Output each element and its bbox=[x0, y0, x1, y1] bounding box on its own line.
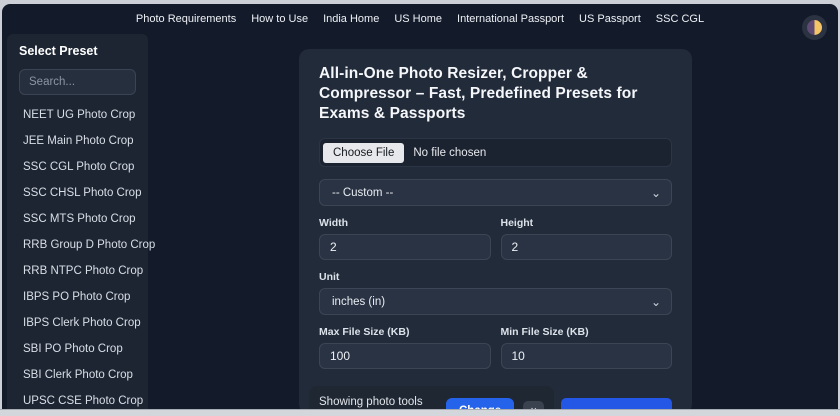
browser-bottom-edge bbox=[0, 409, 840, 416]
app-page: Photo Requirements How to Use India Home… bbox=[2, 4, 838, 409]
preset-item-sbi-clerk[interactable]: SBI Clerk Photo Crop bbox=[19, 362, 136, 388]
width-label: Width bbox=[319, 217, 349, 230]
change-region-button[interactable]: Change bbox=[446, 398, 515, 409]
max-file-size-label: Max File Size (KB) bbox=[319, 326, 410, 339]
resizer-tool-card: All-in-One Photo Resizer, Cropper & Comp… bbox=[299, 49, 692, 409]
nav-link-international-passport[interactable]: International Passport bbox=[457, 13, 564, 25]
sidebar-title: Select Preset bbox=[19, 44, 98, 58]
preset-sidebar: Select Preset NEET UG Photo Crop JEE Mai… bbox=[7, 34, 155, 409]
region-notice-toast: Showing photo tools for India. Change × bbox=[309, 386, 555, 409]
top-navigation: Photo Requirements How to Use India Home… bbox=[2, 4, 838, 34]
primary-action-button[interactable] bbox=[561, 398, 672, 409]
bottom-action-row: Showing photo tools for India. Change × bbox=[309, 386, 672, 409]
height-input[interactable] bbox=[500, 234, 672, 261]
preset-item-ssc-mts[interactable]: SSC MTS Photo Crop bbox=[19, 206, 136, 232]
preset-item-rrb-ntpc[interactable]: RRB NTPC Photo Crop bbox=[19, 258, 143, 284]
choose-file-button[interactable]: Choose File bbox=[323, 142, 405, 163]
nav-link-us-home[interactable]: US Home bbox=[394, 13, 442, 25]
unit-label: Unit bbox=[319, 271, 340, 284]
close-icon[interactable]: × bbox=[523, 400, 545, 409]
min-file-size-label: Min File Size (KB) bbox=[500, 326, 589, 339]
file-upload-input[interactable]: Choose File No file chosen bbox=[319, 138, 672, 168]
height-label: Height bbox=[500, 217, 534, 230]
file-chosen-status: No file chosen bbox=[413, 146, 487, 159]
preset-item-rrb-group-d[interactable]: RRB Group D Photo Crop bbox=[19, 232, 155, 258]
preset-item-ssc-cgl[interactable]: SSC CGL Photo Crop bbox=[19, 154, 136, 180]
preset-list: NEET UG Photo Crop JEE Main Photo Crop S… bbox=[19, 102, 155, 409]
nav-link-photo-requirements[interactable]: Photo Requirements bbox=[136, 13, 236, 25]
region-notice-message: Showing photo tools for India. bbox=[319, 396, 423, 409]
unit-select-dropdown[interactable]: inches (in) ⌄ bbox=[319, 288, 672, 316]
preset-item-ibps-clerk[interactable]: IBPS Clerk Photo Crop bbox=[19, 310, 141, 336]
min-file-size-input[interactable] bbox=[500, 343, 672, 370]
preset-select-dropdown[interactable]: -- Custom -- ⌄ bbox=[319, 179, 672, 207]
preset-item-neet-ug[interactable]: NEET UG Photo Crop bbox=[19, 102, 136, 128]
preset-item-ibps-po[interactable]: IBPS PO Photo Crop bbox=[19, 284, 136, 310]
max-file-size-input[interactable] bbox=[319, 343, 491, 370]
nav-link-ssc-cgl[interactable]: SSC CGL bbox=[656, 13, 704, 25]
preset-select-value: -- Custom -- bbox=[332, 186, 394, 199]
preset-item-upsc-cse[interactable]: UPSC CSE Photo Crop bbox=[19, 388, 143, 409]
preset-item-sbi-po[interactable]: SBI PO Photo Crop bbox=[19, 336, 136, 362]
theme-toggle-button[interactable] bbox=[802, 15, 827, 40]
width-input[interactable] bbox=[319, 234, 491, 261]
preset-search-input[interactable] bbox=[19, 69, 136, 95]
nav-link-india-home[interactable]: India Home bbox=[323, 13, 379, 25]
chevron-down-icon: ⌄ bbox=[650, 185, 661, 200]
page-title: All-in-One Photo Resizer, Cropper & Comp… bbox=[319, 65, 638, 122]
preset-item-jee-main[interactable]: JEE Main Photo Crop bbox=[19, 128, 136, 154]
nav-link-how-to-use[interactable]: How to Use bbox=[251, 13, 308, 25]
chevron-down-icon: ⌄ bbox=[650, 294, 661, 309]
half-moon-theme-icon bbox=[807, 20, 822, 35]
unit-select-value: inches (in) bbox=[332, 295, 386, 308]
preset-item-ssc-chsl[interactable]: SSC CHSL Photo Crop bbox=[19, 180, 141, 206]
nav-link-us-passport[interactable]: US Passport bbox=[579, 13, 641, 25]
